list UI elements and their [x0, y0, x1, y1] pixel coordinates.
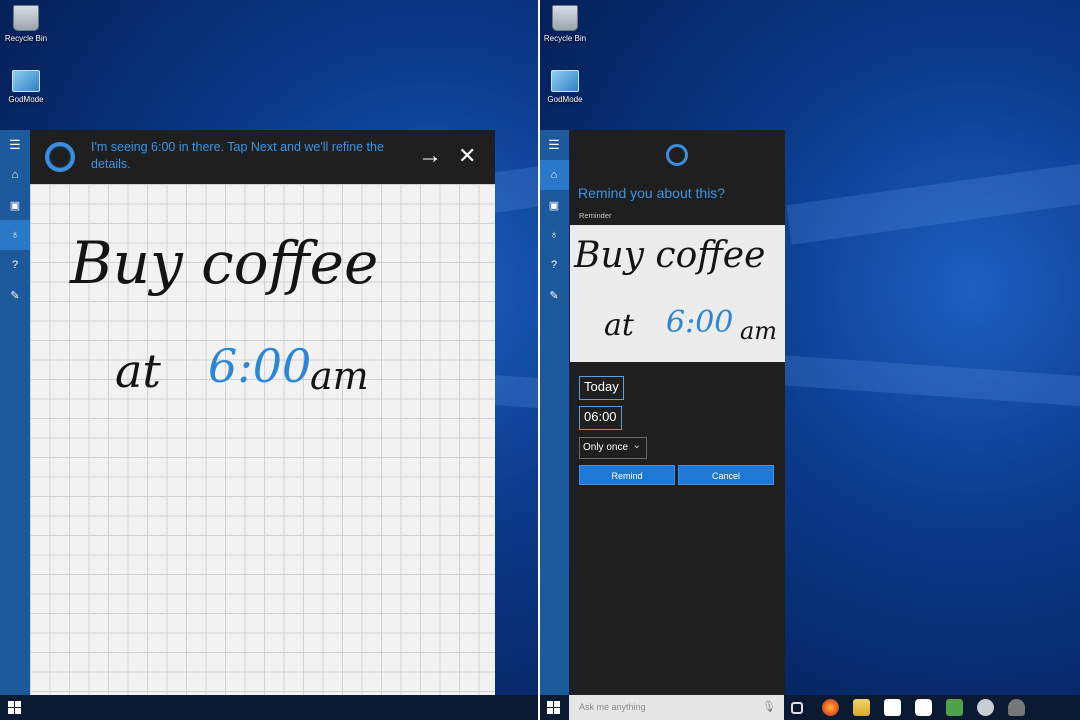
cortana-reminder-panel: Remind you about this? Reminder Buy coff…: [570, 130, 785, 695]
recycle-bin-icon: [13, 5, 39, 31]
desktop-left: Recycle Bin GodMode ☰ ⌂ ▣ ♁ ? ✎ I'm seei…: [0, 0, 539, 720]
time-picker[interactable]: 06:00: [579, 406, 622, 430]
desktop-icon-label: Recycle Bin: [4, 34, 48, 43]
desktop-icon-label: GodMode: [8, 95, 44, 104]
repeat-value: Only once: [583, 442, 629, 453]
cortana-search-input[interactable]: Ask me anything 🎙: [569, 695, 784, 720]
desktop-icon-recycle-bin[interactable]: Recycle Bin: [539, 5, 591, 43]
desktop-icon-label: Recycle Bin: [543, 34, 587, 43]
ink-time-highlight: 6:00: [208, 339, 312, 393]
godmode-folder-icon: [12, 70, 40, 92]
menu-icon[interactable]: ☰: [539, 130, 569, 160]
home-icon[interactable]: ⌂: [0, 160, 30, 190]
reminders-icon[interactable]: ♁: [0, 220, 30, 250]
start-button[interactable]: [547, 701, 560, 714]
desktop-icon-recycle-bin[interactable]: Recycle Bin: [0, 5, 52, 43]
feedback-icon[interactable]: ✎: [0, 280, 30, 310]
wallpaper-light: [786, 163, 1080, 245]
notebook-icon[interactable]: ▣: [539, 190, 569, 220]
task-view-icon[interactable]: [791, 702, 803, 714]
notepad-icon[interactable]: [946, 699, 963, 716]
search-placeholder: Ask me anything: [579, 702, 646, 712]
bot-icon[interactable]: [977, 699, 994, 716]
recycle-bin-icon: [552, 5, 578, 31]
desktop-right: Recycle Bin GodMode ☰ ⌂ ▣ ♁ ? ✎ Remind y…: [539, 0, 1080, 720]
bug-icon[interactable]: [1008, 699, 1025, 716]
taskbar: [0, 695, 539, 720]
ink-time-highlight: 6:00: [666, 305, 734, 340]
reminder-section-label: Reminder: [579, 211, 612, 220]
chevron-down-icon: ⌄: [632, 440, 641, 451]
start-button[interactable]: [8, 701, 21, 714]
ink-line-1: Buy coffee: [574, 235, 766, 276]
reminder-prompt-title: Remind you about this?: [578, 185, 726, 201]
cortana-message: I'm seeing 6:00 in there. Tap Next and w…: [91, 140, 384, 171]
cortana-rail: ☰ ⌂ ▣ ♁ ? ✎: [0, 130, 30, 695]
cancel-button[interactable]: Cancel: [678, 465, 774, 485]
wallpaper-light: [777, 355, 1080, 408]
app-icon[interactable]: [915, 699, 932, 716]
cortana-icon: [45, 142, 75, 172]
ink-am: am: [740, 317, 778, 345]
next-arrow-icon[interactable]: →: [418, 144, 442, 168]
cortana-header: I'm seeing 6:00 in there. Tap Next and w…: [30, 130, 495, 184]
taskbar: Ask me anything 🎙: [539, 695, 1080, 720]
ink-line-1: Buy coffee: [70, 229, 379, 297]
ink-at: at: [604, 308, 634, 343]
repeat-dropdown[interactable]: Only once ⌄: [579, 437, 647, 459]
ink-at: at: [115, 344, 161, 398]
cortana-ink-panel: I'm seeing 6:00 in there. Tap Next and w…: [30, 130, 495, 720]
microphone-icon[interactable]: 🎙: [762, 700, 776, 713]
store-icon[interactable]: [884, 699, 901, 716]
reminder-ink-preview: Buy coffee at 6:00 am: [570, 225, 785, 362]
desktop-icon-godmode[interactable]: GodMode: [539, 70, 591, 104]
desktop-icon-godmode[interactable]: GodMode: [0, 70, 52, 104]
reminders-icon[interactable]: ♁: [539, 220, 569, 250]
split-divider: [538, 0, 540, 720]
help-icon[interactable]: ?: [539, 250, 569, 280]
home-icon[interactable]: ⌂: [539, 160, 569, 190]
godmode-folder-icon: [551, 70, 579, 92]
ink-am: am: [310, 354, 369, 398]
date-picker[interactable]: Today: [579, 376, 624, 400]
desktop-icon-label: GodMode: [547, 95, 583, 104]
menu-icon[interactable]: ☰: [0, 130, 30, 160]
remind-button[interactable]: Remind: [579, 465, 675, 485]
help-icon[interactable]: ?: [0, 250, 30, 280]
ink-canvas[interactable]: Buy coffee at 6:00 am: [30, 184, 495, 720]
notebook-icon[interactable]: ▣: [0, 190, 30, 220]
file-explorer-icon[interactable]: [853, 699, 870, 716]
cortana-icon: [666, 144, 688, 166]
cortana-rail: ☰ ⌂ ▣ ♁ ? ✎: [539, 130, 569, 695]
firefox-icon[interactable]: [822, 699, 839, 716]
feedback-icon[interactable]: ✎: [539, 280, 569, 310]
close-icon[interactable]: ✕: [458, 144, 476, 168]
